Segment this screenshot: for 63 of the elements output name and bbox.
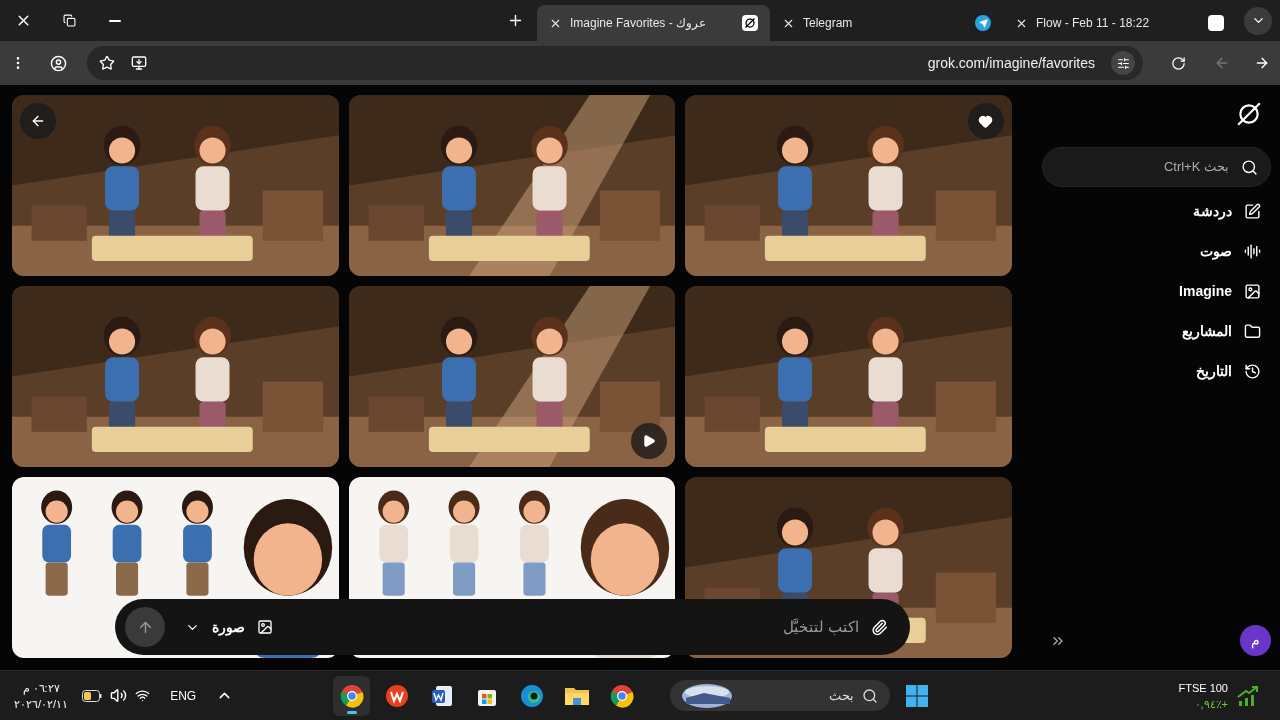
start-icon[interactable] <box>906 684 929 707</box>
clock-date: ٢٠٢٦/٠٢/١١ <box>14 696 69 712</box>
browser-tab[interactable]: Telegram <box>770 5 1003 41</box>
volume-icon[interactable] <box>110 687 128 704</box>
clock-time: ٠٦:٢٧ م <box>22 680 60 696</box>
forward-arrow-icon[interactable] <box>1254 55 1270 71</box>
reload-icon[interactable] <box>1171 55 1186 71</box>
history-icon <box>1244 362 1261 380</box>
restore-icon <box>62 14 76 27</box>
sidebar-item[interactable]: التاريخ <box>1196 360 1232 382</box>
paper-plane-icon <box>975 15 991 31</box>
back-arrow-icon[interactable] <box>1214 55 1230 71</box>
document-icon <box>429 683 454 708</box>
search-field[interactable]: بحث Ctrl+K <box>1042 147 1271 187</box>
pencil-square-icon <box>1244 202 1261 220</box>
ticker-name: FTSE 100 <box>1178 680 1228 696</box>
ticker-change: ٠,٩٤٪+ <box>1194 696 1228 712</box>
url-text: grok.com/imagine/favorites <box>927 53 1095 73</box>
search-icon <box>1241 158 1258 176</box>
star-icon[interactable] <box>99 55 115 71</box>
image-icon <box>1244 282 1261 300</box>
search-icon <box>862 687 879 704</box>
browser-tab[interactable]: Imagine Favorites - عروك <box>537 5 770 41</box>
paperclip-icon[interactable] <box>871 618 888 636</box>
profile-icon[interactable] <box>50 54 67 72</box>
prompt-bar[interactable]: صورة اكتب لتتخيَّل <box>115 599 910 655</box>
site-settings-button[interactable] <box>1111 51 1135 75</box>
tab-title: Telegram <box>803 15 854 32</box>
heart-icon <box>978 113 994 129</box>
battery-icon <box>82 689 103 702</box>
logo-icon <box>1236 101 1262 127</box>
browser-tab[interactable]: Flow - Feb 11 - 18:22 <box>1003 5 1236 41</box>
install-icon[interactable] <box>131 55 147 71</box>
slash-circle-icon <box>742 15 758 31</box>
sidebar-item[interactable]: دردشة <box>1193 200 1232 222</box>
taskbar-search-field[interactable]: بحث <box>670 680 891 711</box>
wps-icon <box>384 683 409 708</box>
sidebar-item[interactable]: صوت <box>1200 240 1232 262</box>
tab-title: Imagine Favorites - عروك <box>570 15 708 32</box>
sidebar-item[interactable]: المشاريع <box>1182 320 1232 342</box>
mode-dropdown[interactable]: صورة <box>185 616 273 638</box>
active-indicator <box>346 710 357 714</box>
taskbar-app-button[interactable] <box>333 675 371 716</box>
prompt-input[interactable]: اكتب لتتخيَّل <box>289 615 859 639</box>
chrome-icon <box>609 683 634 708</box>
avatar[interactable]: م <box>1240 625 1271 656</box>
language-indicator[interactable]: ENG <box>170 686 197 705</box>
sidebar-item[interactable]: Imagine <box>1179 280 1232 302</box>
audio-lines-icon <box>1244 242 1261 260</box>
tab-title: Flow - Feb 11 - 18:22 <box>1036 15 1151 32</box>
chrome-icon <box>339 683 364 708</box>
address-bar[interactable]: grok.com/imagine/favorites <box>87 46 1143 80</box>
edge-icon <box>519 683 544 708</box>
folder-icon <box>1244 322 1261 340</box>
minimize-icon <box>109 19 121 22</box>
send-button[interactable] <box>125 607 165 647</box>
image-icon <box>257 619 273 635</box>
tab-search-button[interactable] <box>1244 6 1272 35</box>
rising-chart-icon[interactable] <box>1236 684 1260 707</box>
sliders-icon <box>1116 56 1130 70</box>
page-icon <box>1208 15 1224 31</box>
wifi-icon[interactable] <box>135 688 151 703</box>
play-icon <box>642 434 657 448</box>
